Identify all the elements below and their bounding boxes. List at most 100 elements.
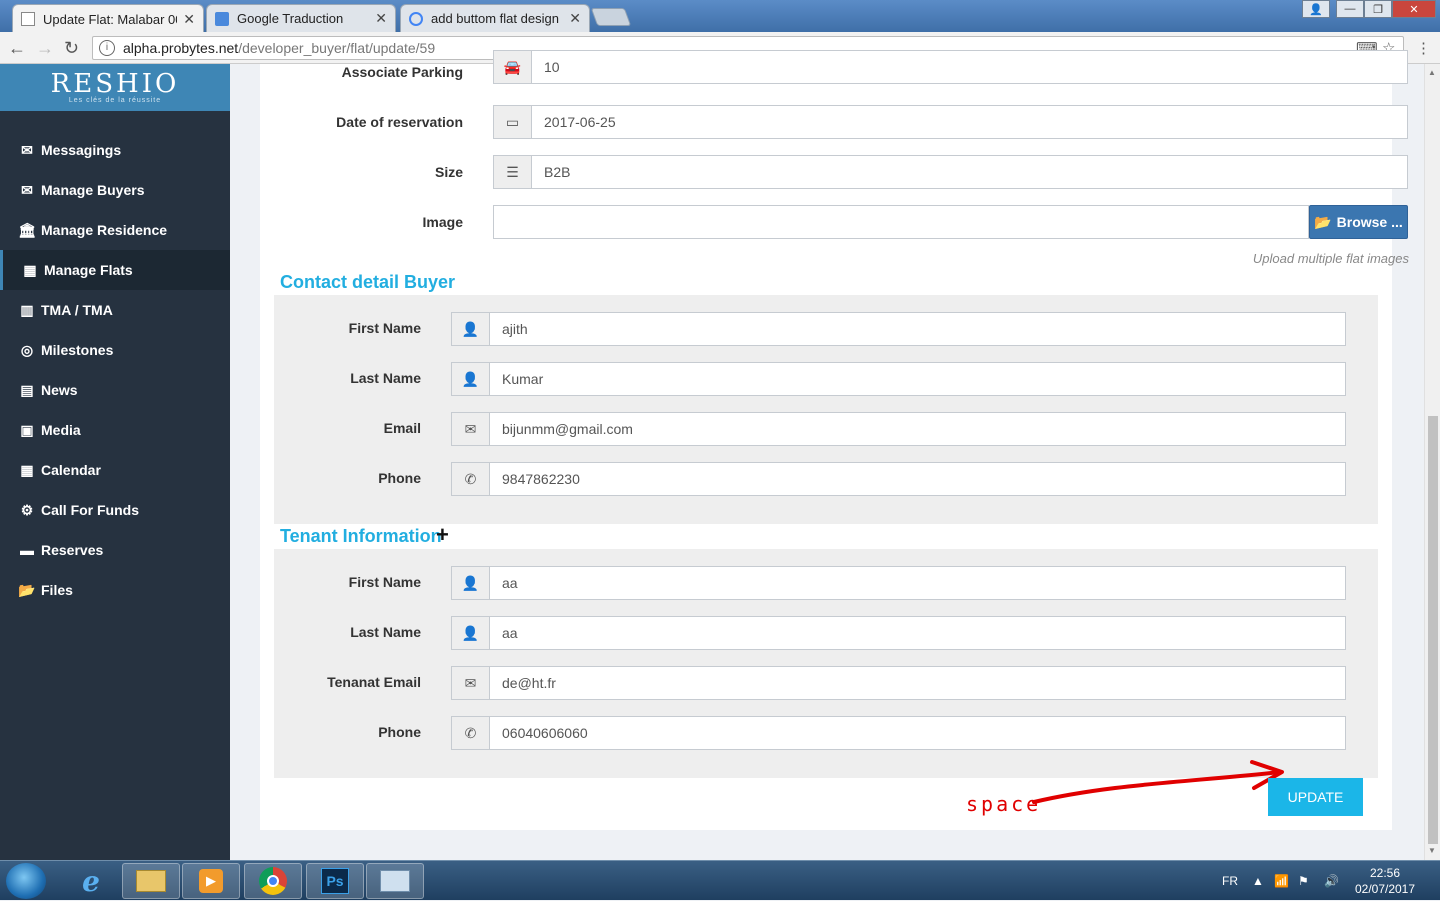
browse-button-label: Browse ... [1336,214,1403,230]
building-question-icon: ▥ [20,301,34,318]
sidebar-item-messagings[interactable]: ✉ Messagings [0,130,230,170]
tenant-last-name-value: aa [502,625,518,641]
envelope-icon: ✉ [452,667,490,699]
volume-icon[interactable]: 🔊 [1324,861,1339,901]
user-profile-button[interactable]: 👤 [1302,0,1330,18]
menu-dots-icon[interactable]: ⋮ [1416,39,1431,57]
media-player-icon[interactable]: ▶ [182,863,240,899]
envelope-icon: ✉ [21,141,33,158]
list-icon: ☰ [494,156,532,188]
main-content: Associate Parking 🚘 10 Date of reservati… [230,50,1424,860]
associate-parking-value: 10 [544,59,560,75]
logo[interactable]: RESHIO Les clés de la réussite [0,64,230,111]
tab-title: add buttom flat design - [431,11,564,26]
buyer-last-name-label: Last Name [350,370,421,386]
annotation-arrow [1032,760,1284,804]
associate-parking-label: Associate Parking [341,64,463,80]
associate-parking-field[interactable]: 🚘 10 [493,50,1408,84]
scroll-up-icon[interactable]: ▲ [1428,68,1436,77]
size-value: B2B [544,164,571,180]
minimize-button[interactable]: — [1336,0,1364,18]
grid-icon: ▦ [23,261,37,278]
phone-icon: ✆ [452,717,490,749]
tab-google-traduction[interactable]: Google Traduction ✕ [206,4,396,32]
sidebar-item-milestones[interactable]: ◎ Milestones [0,330,230,370]
sidebar-item-calendar[interactable]: ▦ Calendar [0,450,230,490]
clock-date: 02/07/2017 [1354,882,1416,896]
browse-button[interactable]: 📂 Browse ... [1309,205,1408,239]
tenant-phone-field[interactable]: ✆ 06040606060 [451,716,1346,750]
envelope-icon: ✉ [21,181,33,198]
page-scrollbar[interactable]: ▲ ▼ [1424,64,1440,860]
close-tab-icon[interactable]: ✕ [569,10,581,27]
tab-google-search[interactable]: add buttom flat design - ✕ [400,4,590,32]
info-icon[interactable]: i [99,40,115,56]
url-path: /developer_buyer/flat/update/59 [238,40,436,56]
os-taskbar: e ▶ Ps FR ▲ 📶 ⚑ 🔊 22:56 02/07/2017 [0,860,1440,900]
add-tenant-icon[interactable]: + [436,522,449,548]
photoshop-icon[interactable]: Ps [306,863,364,899]
sidebar-item-manage-buyers[interactable]: ✉ Manage Buyers [0,170,230,210]
date-of-reservation-field[interactable]: ▭ 2017-06-25 [493,105,1408,139]
tenant-first-name-field[interactable]: 👤 aa [451,566,1346,600]
update-button[interactable]: UPDATE [1268,778,1363,816]
calendar-icon: ▦ [20,461,34,478]
close-tab-icon[interactable]: ✕ [183,11,195,28]
file-explorer-icon[interactable] [122,863,180,899]
reload-icon[interactable]: ↻ [64,38,79,59]
maximize-button[interactable]: ❐ [1364,0,1392,18]
sidebar-item-label: Call For Funds [41,502,139,518]
logo-text: RESHIO [50,69,180,99]
network-signal-icon[interactable]: 📶 [1274,861,1289,901]
flat-form-card: Associate Parking 🚘 10 Date of reservati… [260,50,1409,830]
start-button[interactable] [6,863,46,899]
tenant-last-name-field[interactable]: 👤 aa [451,616,1346,650]
sidebar-nav: ✉ Messagings ✉ Manage Buyers 🏛 Manage Resid… [0,130,230,610]
show-hidden-icons-icon[interactable]: ▲ [1252,861,1264,901]
buyer-email-label: Email [383,420,421,436]
internet-explorer-icon[interactable]: e [62,863,120,899]
picture-icon: ▣ [20,421,34,438]
sidebar-item-label: Manage Residence [41,222,168,238]
tab-update-flat[interactable]: Update Flat: Malabar 002 ✕ [12,4,204,33]
back-arrow-icon[interactable]: ← [8,38,26,59]
tenant-email-field[interactable]: ✉ de@ht.fr [451,666,1346,700]
size-field[interactable]: ☰ B2B [493,155,1408,189]
newspaper-icon: ▤ [20,381,34,398]
new-tab-button[interactable] [590,8,632,26]
chrome-icon[interactable] [244,863,302,899]
window-app-icon[interactable] [366,863,424,899]
forward-arrow-icon[interactable]: → [36,38,54,59]
sidebar-item-call-for-funds[interactable]: ⚙ Call For Funds [0,490,230,530]
user-icon: 👤 [452,363,490,395]
image-label: Image [422,214,463,230]
sidebar-item-news[interactable]: ▤ News [0,370,230,410]
sidebar-item-label: Milestones [41,342,114,358]
user-icon: 👤 [452,617,490,649]
sidebar-item-files[interactable]: 📂 Files [0,570,230,610]
sidebar-item-reserves[interactable]: ▬ Reserves [0,530,230,570]
sidebar-item-media[interactable]: ▣ Media [0,410,230,450]
buyer-first-name-field[interactable]: 👤 ajith [451,312,1346,346]
buyer-email-field[interactable]: ✉ bijunmm@gmail.com [451,412,1346,446]
scroll-down-icon[interactable]: ▼ [1428,846,1436,855]
close-tab-icon[interactable]: ✕ [375,10,387,27]
taskbar-clock[interactable]: 22:56 02/07/2017 [1348,865,1422,897]
google-translate-icon [215,11,229,26]
network-error-icon[interactable]: ⚑ [1298,861,1309,901]
buyer-last-name-field[interactable]: 👤 Kumar [451,362,1346,396]
scrollbar-thumb[interactable] [1428,416,1438,844]
sidebar-item-tma[interactable]: ▥ TMA / TMA [0,290,230,330]
buyer-phone-field[interactable]: ✆ 9847862230 [451,462,1346,496]
close-window-button[interactable]: ✕ [1392,0,1436,18]
buyer-panel: First Name 👤 ajith Last Name 👤 Kumar Ema… [274,295,1378,524]
sidebar-item-manage-residence[interactable]: 🏛 Manage Residence [0,210,230,250]
google-icon [409,11,423,26]
sidebar-item-label: TMA / TMA [41,302,113,318]
language-indicator[interactable]: FR [1222,861,1238,901]
image-file-input[interactable] [493,205,1309,239]
phone-icon: ✆ [452,463,490,495]
sidebar-item-manage-flats[interactable]: ▦ Manage Flats [0,250,230,290]
funds-icon: ⚙ [20,501,34,518]
url-host: alpha.probytes.net [123,40,239,56]
